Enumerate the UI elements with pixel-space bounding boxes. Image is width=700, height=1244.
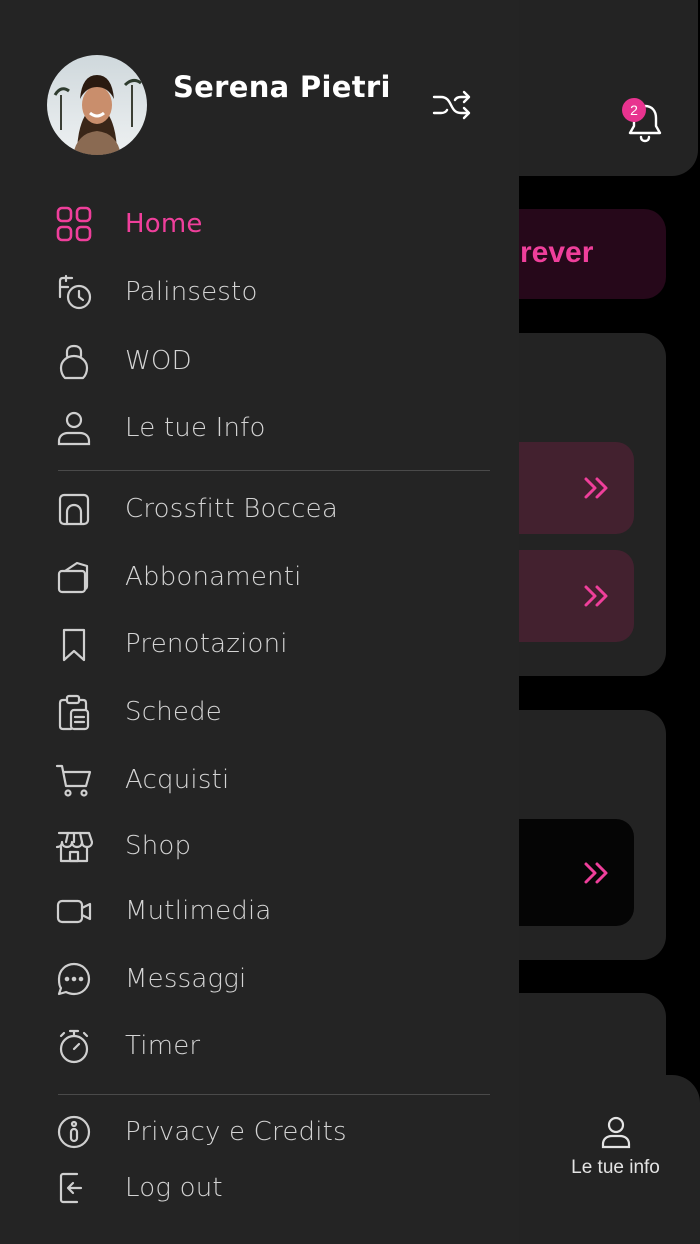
chevron-double-right-icon[interactable] xyxy=(578,578,614,614)
menu-item-acquisti[interactable]: Acquisti xyxy=(54,753,494,807)
chevron-double-right-icon[interactable] xyxy=(578,470,614,506)
info-icon xyxy=(54,1112,94,1152)
clipboard-icon xyxy=(54,692,94,732)
menu-item-home[interactable]: Home xyxy=(54,197,494,251)
chevron-double-right-icon[interactable] xyxy=(578,855,614,891)
user-icon xyxy=(601,1116,630,1149)
avatar[interactable] xyxy=(47,55,147,155)
menu-label: Mutlimedia xyxy=(125,896,272,926)
menu-item-wod[interactable]: WOD xyxy=(54,334,494,388)
navigation-drawer: Serena Pietri Home Palinsesto WOD Le tue… xyxy=(0,0,519,1244)
menu-label: Acquisti xyxy=(125,765,230,795)
switch-account-button[interactable] xyxy=(430,85,472,125)
store-icon xyxy=(54,826,94,866)
menu-label: Home xyxy=(125,209,203,239)
menu-item-multimedia[interactable]: Mutlimedia xyxy=(54,884,494,938)
chat-icon xyxy=(54,959,94,999)
menu-item-abbonamenti[interactable]: Abbonamenti xyxy=(54,550,494,604)
menu-item-schede[interactable]: Schede xyxy=(54,685,494,739)
menu-item-le-tue-info[interactable]: Le tue Info xyxy=(54,401,494,455)
menu-label: Shop xyxy=(125,831,192,861)
video-icon xyxy=(54,891,94,931)
menu-label: Log out xyxy=(125,1173,223,1203)
shuffle-icon xyxy=(432,90,471,120)
menu-item-shop[interactable]: Shop xyxy=(54,819,494,873)
gym-icon xyxy=(54,489,94,529)
menu-item-privacy[interactable]: Privacy e Credits xyxy=(54,1105,494,1159)
menu-divider xyxy=(58,470,490,471)
promo-banner-text: rever xyxy=(520,236,594,269)
menu-label: Messaggi xyxy=(125,964,247,994)
menu-item-timer[interactable]: Timer xyxy=(54,1019,494,1073)
menu-divider xyxy=(58,1094,490,1095)
menu-item-prenotazioni[interactable]: Prenotazioni xyxy=(54,617,494,671)
menu-item-gym[interactable]: Crossfitt Boccea xyxy=(54,482,494,536)
menu-label: Privacy e Credits xyxy=(125,1117,347,1147)
logout-icon xyxy=(54,1168,94,1208)
menu-label: Palinsesto xyxy=(125,277,258,307)
notification-badge: 2 xyxy=(622,98,646,122)
schedule-history-icon xyxy=(54,272,94,312)
bottom-tab-label: Le tue info xyxy=(571,1157,660,1178)
menu-label: Schede xyxy=(125,697,222,727)
bookmark-icon xyxy=(54,624,94,664)
kettlebell-icon xyxy=(54,341,94,381)
menu-label: WOD xyxy=(125,346,192,376)
menu-label: Crossfitt Boccea xyxy=(125,494,338,524)
subscription-card-icon xyxy=(54,557,94,597)
user-name: Serena Pietri xyxy=(173,70,391,104)
bottom-tab-info[interactable]: Le tue info xyxy=(548,1113,683,1193)
grid-icon xyxy=(54,204,94,244)
menu-label: Prenotazioni xyxy=(125,629,288,659)
menu-item-logout[interactable]: Log out xyxy=(54,1161,494,1215)
menu-item-messaggi[interactable]: Messaggi xyxy=(54,952,494,1006)
stopwatch-icon xyxy=(54,1026,94,1066)
cart-icon xyxy=(54,760,94,800)
menu-item-palinsesto[interactable]: Palinsesto xyxy=(54,265,494,319)
menu-label: Le tue Info xyxy=(125,413,266,443)
menu-label: Abbonamenti xyxy=(125,562,302,592)
menu-label: Timer xyxy=(125,1031,201,1061)
user-icon xyxy=(54,408,94,448)
